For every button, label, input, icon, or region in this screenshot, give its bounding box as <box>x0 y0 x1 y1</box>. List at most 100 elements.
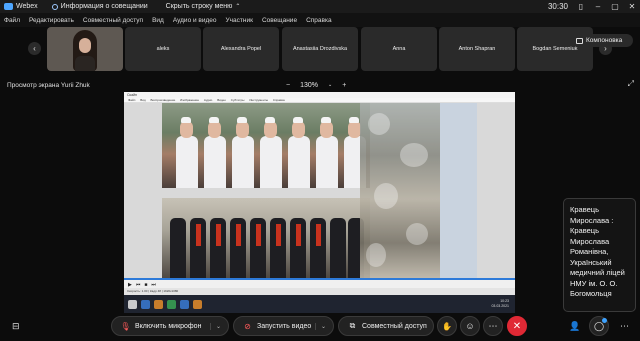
menu-bar: Файл Редактировать Совместный доступ Вид… <box>0 13 640 27</box>
app-identity: Webex <box>4 3 38 10</box>
chevron-up-icon: ⌃ <box>235 4 241 10</box>
reaction-icon: ☺ <box>465 321 475 331</box>
participant-name: Anton Shapran <box>458 46 496 52</box>
shared-menu-item: Справка <box>272 98 285 102</box>
menu-file[interactable]: Файл <box>4 17 20 24</box>
seek-bar[interactable] <box>124 278 515 280</box>
layout-button[interactable]: Компоновка <box>571 34 633 47</box>
participant-name: Anna <box>392 46 406 52</box>
participant-tile[interactable]: Anton Shapran <box>439 27 515 71</box>
shared-screen[interactable]: Скайп Файл Вид Воспроизведение Изображен… <box>124 92 515 313</box>
webex-logo-icon <box>4 3 13 10</box>
mic-label: Включить микрофон <box>135 322 202 330</box>
mic-button[interactable]: 🎙 Включить микрофон ⌄ <box>111 316 229 336</box>
minimize-icon[interactable]: – <box>594 2 602 11</box>
raise-hand-button[interactable]: ✋ <box>437 316 457 336</box>
shared-menu-item: Вид <box>140 98 146 102</box>
hide-menu-button[interactable]: Скрыть строку меню ⌃ <box>166 3 241 10</box>
app-name: Webex <box>16 3 38 10</box>
participant-tile[interactable]: Anna <box>361 27 437 71</box>
title-bar: Webex Информация о совещании Скрыть стро… <box>0 0 640 13</box>
shared-menu-item: Инструменты <box>249 98 269 102</box>
shared-menu-item: Субтитры <box>230 98 245 102</box>
clock: 30:30 <box>547 2 568 11</box>
shared-menu-item: Файл <box>128 98 136 102</box>
more-icon: ⋯ <box>488 320 498 331</box>
layout-icon <box>576 37 583 44</box>
zoom-in-icon[interactable]: + <box>342 82 346 89</box>
pin-icon[interactable]: ▯ <box>577 2 585 11</box>
unread-badge <box>602 318 607 323</box>
expand-share-icon[interactable]: ⤢ <box>628 79 634 89</box>
remote-date: 03.03.2021 <box>491 304 509 308</box>
share-title: Просмотр экрана Yurii Zhuk <box>7 81 90 89</box>
chat-message: Кравець Мирослава : Кравець Мирослава Ро… <box>570 205 625 298</box>
menu-view[interactable]: Вид <box>152 17 164 24</box>
video-stage <box>124 103 515 278</box>
chevron-down-icon[interactable]: ⌄ <box>209 322 221 330</box>
zoom-controls: − 130% ⌄ + <box>286 78 346 92</box>
participants-icon[interactable]: 👤 <box>569 321 580 332</box>
strip-prev-button[interactable]: ‹ <box>28 42 41 55</box>
chat-notification[interactable]: Кравець Мирослава : Кравець Мирослава Ро… <box>563 198 636 312</box>
share-header: Просмотр экрана Yurii Zhuk − 130% ⌄ + ⤢ <box>0 78 640 92</box>
close-icon[interactable]: ✕ <box>628 2 636 11</box>
taskbar-app-icon <box>193 299 202 309</box>
share-icon: ⧉ <box>349 321 356 330</box>
participant-name: Bogdan Semeniuk <box>532 46 578 52</box>
chevron-down-icon[interactable]: ⌄ <box>328 82 332 88</box>
shared-menu-item: Воспроизведение <box>150 98 176 102</box>
participant-tile[interactable]: Anastasiia Drozdivska <box>282 27 358 71</box>
ceremony-photo <box>162 198 370 278</box>
reactions-button[interactable]: ☺ <box>460 316 480 336</box>
chevron-down-icon[interactable]: ⌄ <box>314 322 326 330</box>
menu-participant[interactable]: Участник <box>226 17 253 24</box>
taskbar-app-icon <box>167 299 176 309</box>
shared-menu-item: Видео <box>217 98 226 102</box>
remote-taskbar: 10:23 03.03.2021 <box>124 295 515 313</box>
end-call-button[interactable]: ✕ <box>507 316 527 336</box>
taskbar-app-icon <box>141 299 150 309</box>
taskbar-app-icon <box>154 299 163 309</box>
menu-audio-video[interactable]: Аудио и видео <box>173 17 217 24</box>
meeting-info-button[interactable]: Информация о совещании <box>51 3 148 10</box>
windows-start-icon <box>128 299 137 309</box>
video-off-icon: ⊘ <box>244 321 251 331</box>
menu-help[interactable]: Справка <box>306 17 332 24</box>
menu-edit[interactable]: Редактировать <box>29 17 74 24</box>
side-panel <box>440 103 477 278</box>
photo-collage <box>360 103 440 278</box>
graduates-photo <box>162 103 370 188</box>
chat-button[interactable]: ◯ <box>589 316 609 336</box>
participant-name: aleks <box>156 46 170 52</box>
participant-tile[interactable]: Alexandra Popel <box>203 27 279 71</box>
more-button[interactable]: ⋯ <box>483 316 503 336</box>
participant-strip: ‹ aleks Alexandra Popel Anastasiia Drozd… <box>0 27 640 72</box>
taskbar-app-icon <box>180 299 189 309</box>
participant-name: Alexandra Popel <box>220 46 262 52</box>
zoom-out-icon[interactable]: − <box>286 82 290 89</box>
shared-menu-item: Изображение <box>180 98 200 102</box>
video-button[interactable]: ⊘ Запустить видео ⌄ <box>233 316 334 336</box>
zoom-level: 130% <box>300 81 318 89</box>
menu-share[interactable]: Совместный доступ <box>83 17 143 24</box>
player-status: Скорость: 1.00 | Кадр 48 | 1920x1080 <box>124 288 515 295</box>
remote-clock: 10:23 03.03.2021 <box>491 299 509 309</box>
more-options-icon[interactable]: ⋯ <box>620 321 629 332</box>
participant-name: Anastasiia Drozdivska <box>292 46 348 52</box>
maximize-icon[interactable]: ▢ <box>611 2 619 11</box>
share-label: Совместный доступ <box>362 322 427 330</box>
video-label: Запустить видео <box>257 322 312 330</box>
end-call-icon: ✕ <box>512 320 522 332</box>
captions-icon[interactable]: ⊟ <box>12 321 20 332</box>
layout-label: Компоновка <box>586 37 623 44</box>
window-controls: 30:30 ▯ – ▢ ✕ <box>548 0 636 13</box>
menu-meeting[interactable]: Совещание <box>262 17 297 24</box>
share-button[interactable]: ⧉ Совместный доступ <box>338 316 434 336</box>
shared-menu-item: Аудио <box>203 98 213 102</box>
hand-icon: ✋ <box>442 321 452 331</box>
participant-tile-video[interactable] <box>47 27 123 71</box>
participant-tile[interactable]: aleks <box>125 27 201 71</box>
meeting-info-label: Информация о совещании <box>60 3 148 10</box>
mic-off-icon: 🎙 <box>120 321 131 331</box>
